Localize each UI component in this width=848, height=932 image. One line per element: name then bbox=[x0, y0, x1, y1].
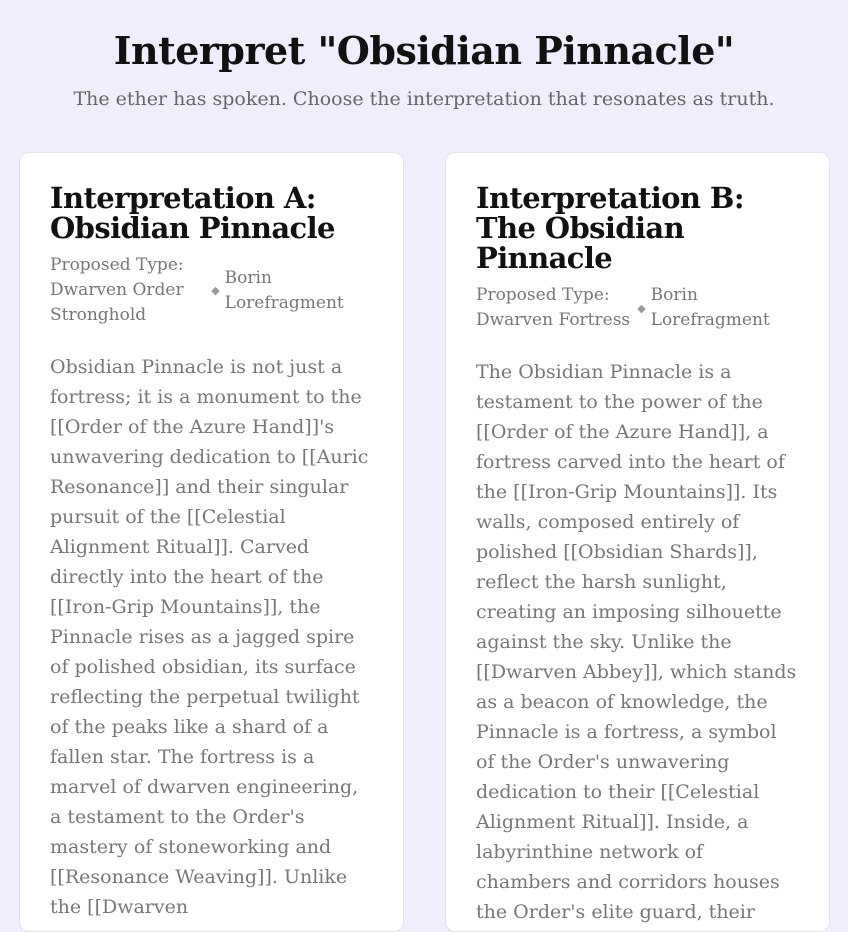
author-name: Borin Lorefragment bbox=[224, 267, 344, 313]
interpretation-card-a[interactable]: Interpretation A: Obsidian Pinnacle Prop… bbox=[19, 152, 404, 932]
interpretation-cards: Interpretation A: Obsidian Pinnacle Prop… bbox=[19, 152, 830, 932]
author: ◆ Borin Lorefragment bbox=[210, 266, 373, 316]
card-title: Interpretation A: Obsidian Pinnacle bbox=[50, 181, 335, 245]
author-name: Borin Lorefragment bbox=[650, 285, 770, 330]
page-header: Interpret "Obsidian Pinnacle" The ether … bbox=[0, 0, 848, 112]
proposed-type: Proposed Type: Dwarven Fortress bbox=[476, 285, 631, 330]
card-title: Interpretation B: The Obsidian Pinnacle bbox=[476, 181, 745, 275]
feather-icon: ◆ bbox=[211, 284, 220, 297]
interpretation-card-b[interactable]: Interpretation B: The Obsidian Pinnacle … bbox=[445, 152, 830, 932]
card-meta: Proposed Type: Dwarven Order Stronghold … bbox=[50, 253, 373, 328]
proposed-type: Proposed Type: Dwarven Order Stronghold bbox=[50, 255, 184, 325]
page-subtitle: The ether has spoken. Choose the interpr… bbox=[73, 88, 775, 110]
page-title: Interpret "Obsidian Pinnacle" bbox=[113, 28, 735, 73]
card-body: Obsidian Pinnacle is not just a fortress… bbox=[50, 356, 369, 918]
author: ◆ Borin Lorefragment bbox=[636, 283, 799, 333]
feather-icon: ◆ bbox=[637, 301, 646, 315]
card-meta: Proposed Type: Dwarven Fortress ◆ Borin … bbox=[476, 283, 799, 333]
card-body: The Obsidian Pinnacle is a testament to … bbox=[476, 361, 797, 923]
